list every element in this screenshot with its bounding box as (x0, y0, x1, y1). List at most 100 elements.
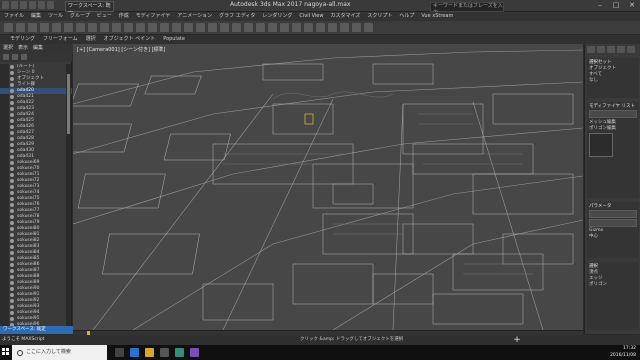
visibility-icon[interactable] (10, 173, 14, 177)
snap-icon[interactable] (196, 23, 205, 32)
mirror-icon[interactable] (256, 23, 265, 32)
select-filter-icon[interactable] (64, 23, 73, 32)
visibility-icon[interactable] (10, 125, 14, 129)
find-icon[interactable] (12, 54, 18, 60)
scrollbar-thumb[interactable] (67, 74, 70, 134)
visibility-icon[interactable] (10, 107, 14, 111)
visibility-icon[interactable] (10, 65, 14, 69)
menu-item[interactable]: アニメーション (177, 12, 212, 21)
tab-edit[interactable]: 編集 (33, 44, 43, 52)
modify-tab-icon[interactable] (597, 46, 605, 53)
visibility-icon[interactable] (10, 131, 14, 135)
maximize-button[interactable]: □ (608, 0, 624, 11)
edge-icon[interactable] (130, 348, 139, 357)
section-line[interactable]: なし (589, 77, 637, 83)
new-icon[interactable] (11, 1, 18, 9)
visibility-icon[interactable] (10, 71, 14, 75)
maxscript-listener[interactable]: ようこそ MAXScript (2, 335, 45, 345)
percent-snap-icon[interactable] (220, 23, 229, 32)
visibility-icon[interactable] (10, 263, 14, 267)
angle-snap-icon[interactable] (208, 23, 217, 32)
redo-icon[interactable] (16, 23, 25, 32)
visibility-icon[interactable] (10, 155, 14, 159)
visibility-icon[interactable] (10, 317, 14, 321)
taskbar-search[interactable]: ここに入力して検索 (12, 345, 107, 360)
viewport-label[interactable]: [+] [Camera001] [シーン付き] [標準] (77, 46, 165, 53)
visibility-icon[interactable] (10, 269, 14, 273)
visibility-icon[interactable] (10, 287, 14, 291)
menu-item[interactable]: Civil View (299, 12, 323, 21)
section-line[interactable]: ポリゴン (589, 281, 637, 287)
motion-tab-icon[interactable] (617, 46, 625, 53)
visibility-icon[interactable] (10, 233, 14, 237)
region-icon[interactable] (100, 23, 109, 32)
named-sets-icon[interactable] (244, 23, 253, 32)
unlink-icon[interactable] (40, 23, 49, 32)
menu-item[interactable]: モディファイヤ (136, 12, 171, 21)
visibility-icon[interactable] (10, 95, 14, 99)
menu-item[interactable]: カスタマイズ (330, 12, 360, 21)
ribbon-tab[interactable]: オブジェクト ペイント (104, 35, 156, 44)
layer-icon[interactable] (21, 54, 27, 60)
move-icon[interactable] (124, 23, 133, 32)
scene-list-scrollbar[interactable] (66, 64, 71, 326)
visibility-icon[interactable] (10, 221, 14, 225)
render-setup-icon[interactable] (340, 23, 349, 32)
undo-icon[interactable] (4, 23, 13, 32)
menu-item[interactable]: 編集 (31, 12, 41, 21)
visibility-icon[interactable] (10, 191, 14, 195)
keyboard-icon[interactable] (184, 23, 193, 32)
minimize-button[interactable]: – (592, 0, 608, 11)
param-button[interactable] (589, 219, 637, 227)
add-time-tag-button[interactable]: + (512, 335, 522, 345)
visibility-icon[interactable] (10, 143, 14, 147)
store-icon[interactable] (160, 348, 169, 357)
menu-item[interactable]: レンダリング (262, 12, 292, 21)
visibility-icon[interactable] (10, 257, 14, 261)
color-swatch[interactable] (589, 133, 613, 157)
visibility-icon[interactable] (10, 77, 14, 81)
bind-icon[interactable] (52, 23, 61, 32)
scale-icon[interactable] (148, 23, 157, 32)
ribbon-tab[interactable]: 選択 (86, 35, 96, 44)
menu-item[interactable]: ツール (48, 12, 63, 21)
tab-select[interactable]: 選択 (3, 44, 13, 52)
schematic-icon[interactable] (316, 23, 325, 32)
visibility-icon[interactable] (10, 275, 14, 279)
create-tab-icon[interactable] (587, 46, 595, 53)
reference-icon[interactable] (160, 23, 169, 32)
modifier-dropdown[interactable] (589, 110, 637, 118)
layer-icon[interactable] (280, 23, 289, 32)
render-frame-icon[interactable] (352, 23, 361, 32)
visibility-icon[interactable] (10, 197, 14, 201)
workspace-dropdown[interactable]: ワークスペース: 既定 (65, 1, 114, 17)
visibility-icon[interactable] (10, 293, 14, 297)
display-tab-icon[interactable] (627, 46, 635, 53)
system-clock[interactable]: 17:32 2016/11/08 (610, 345, 636, 359)
visibility-icon[interactable] (10, 137, 14, 141)
select-by-name-icon[interactable] (88, 23, 97, 32)
visibility-icon[interactable] (10, 227, 14, 231)
visibility-icon[interactable] (10, 305, 14, 309)
visibility-icon[interactable] (10, 167, 14, 171)
visibility-icon[interactable] (10, 149, 14, 153)
visibility-icon[interactable] (10, 299, 14, 303)
filter-icon[interactable] (3, 54, 9, 60)
save-icon[interactable] (29, 1, 36, 9)
menu-item[interactable]: ファイル (4, 12, 24, 21)
visibility-icon[interactable] (10, 251, 14, 255)
align-icon[interactable] (268, 23, 277, 32)
menu-item[interactable]: スクリプト (367, 12, 392, 21)
visibility-icon[interactable] (10, 281, 14, 285)
pivot-icon[interactable] (172, 23, 181, 32)
visibility-icon[interactable] (10, 215, 14, 219)
visibility-icon[interactable] (10, 161, 14, 165)
selected-object-gizmo[interactable] (304, 113, 314, 125)
visibility-icon[interactable] (10, 89, 14, 93)
app-menu-icon[interactable] (2, 1, 9, 9)
param-button[interactable] (589, 210, 637, 218)
menu-item[interactable]: グラフ エディタ (219, 12, 255, 21)
task-view-icon[interactable] (115, 348, 124, 357)
section-line[interactable]: 中心 (589, 233, 637, 239)
workspace-selector[interactable]: ワークスペース: 既定 (0, 326, 75, 334)
